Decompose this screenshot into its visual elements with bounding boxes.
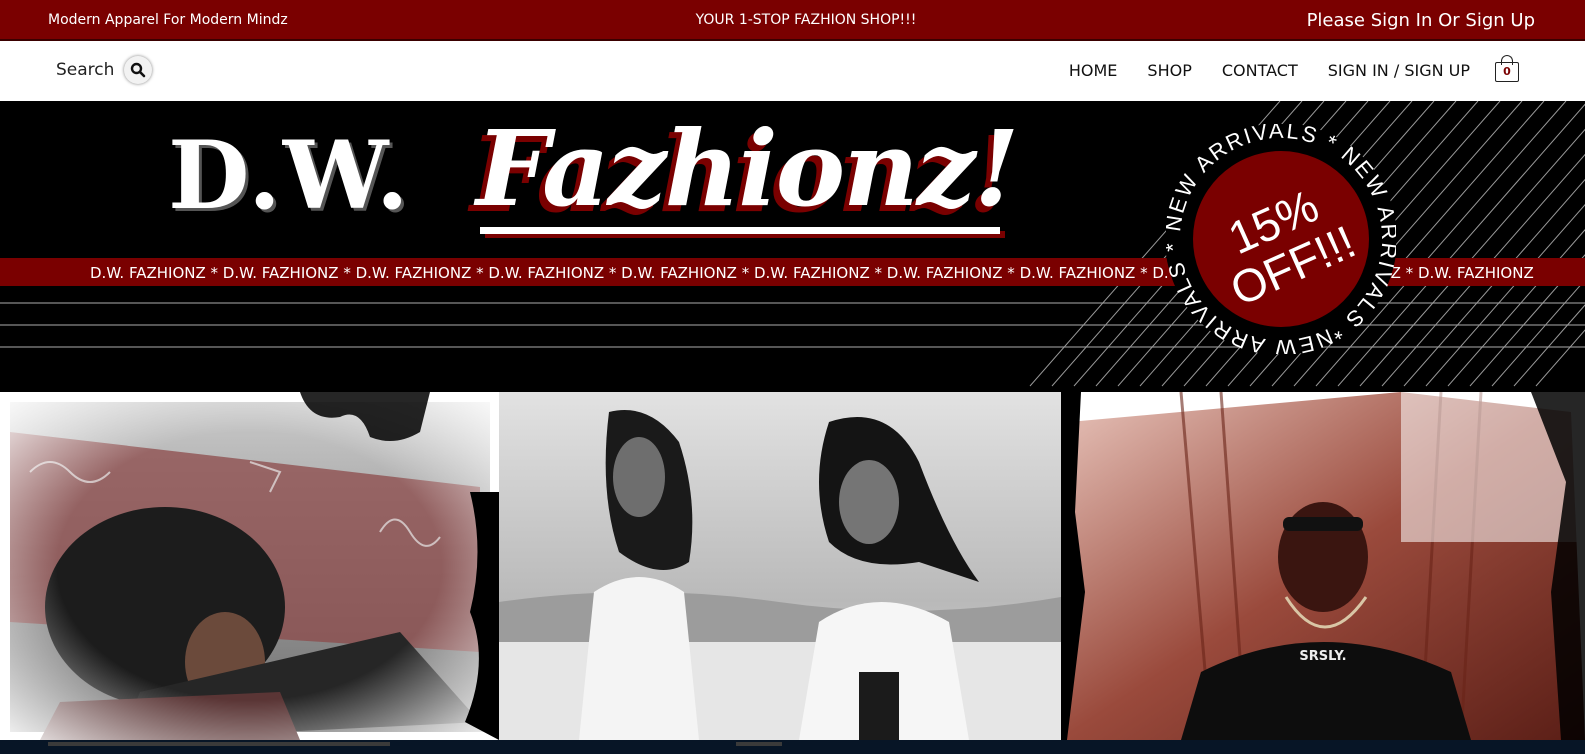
nav-home-link[interactable]: HOME	[1069, 61, 1118, 80]
search-control[interactable]: Search	[56, 56, 153, 84]
bottom-edge-strip	[0, 740, 1585, 754]
gallery-image-1[interactable]	[0, 392, 499, 740]
cart-button[interactable]: 0	[1495, 54, 1519, 84]
search-icon	[131, 62, 146, 78]
promo-bar: Modern Apparel For Modern Mindz YOUR 1-S…	[0, 0, 1585, 41]
sign-in-prompt-link[interactable]: Please Sign In Or Sign Up	[1307, 10, 1535, 31]
shirt-text: SRSLY.	[1299, 649, 1346, 664]
nav-links: HOME SHOP CONTACT SIGN IN / SIGN UP	[1069, 61, 1470, 80]
search-button[interactable]	[124, 56, 153, 84]
two-women-beach-photo	[499, 392, 1061, 740]
new-arrivals-badge[interactable]: NEW ARRIVALS * NEW ARRIVALS * NEW ARRIVA…	[1166, 124, 1396, 354]
main-navbar: Search HOME SHOP CONTACT SIGN IN / SIGN …	[0, 41, 1585, 101]
gallery-image-2[interactable]	[499, 392, 1061, 740]
hero-banner: D.W. Fazhionz! D.W. FAZHIONZ * D.W. FAZH…	[0, 101, 1585, 392]
hero-gallery: SRSLY.	[0, 392, 1585, 740]
man-in-chain-photo: SRSLY.	[1061, 392, 1585, 740]
nav-sign-in-link[interactable]: SIGN IN / SIGN UP	[1328, 61, 1470, 80]
woman-with-graffiti-wall-photo	[0, 392, 499, 740]
gallery-image-3[interactable]: SRSLY.	[1061, 392, 1585, 740]
logo-script: Fazhionz!	[476, 107, 1019, 230]
nav-contact-link[interactable]: CONTACT	[1222, 61, 1298, 80]
nav-shop-link[interactable]: SHOP	[1147, 61, 1191, 80]
cart-count: 0	[1503, 65, 1511, 78]
logo-underline	[480, 227, 1000, 234]
search-label: Search	[56, 60, 115, 80]
logo-initials: D.W.	[168, 121, 411, 231]
